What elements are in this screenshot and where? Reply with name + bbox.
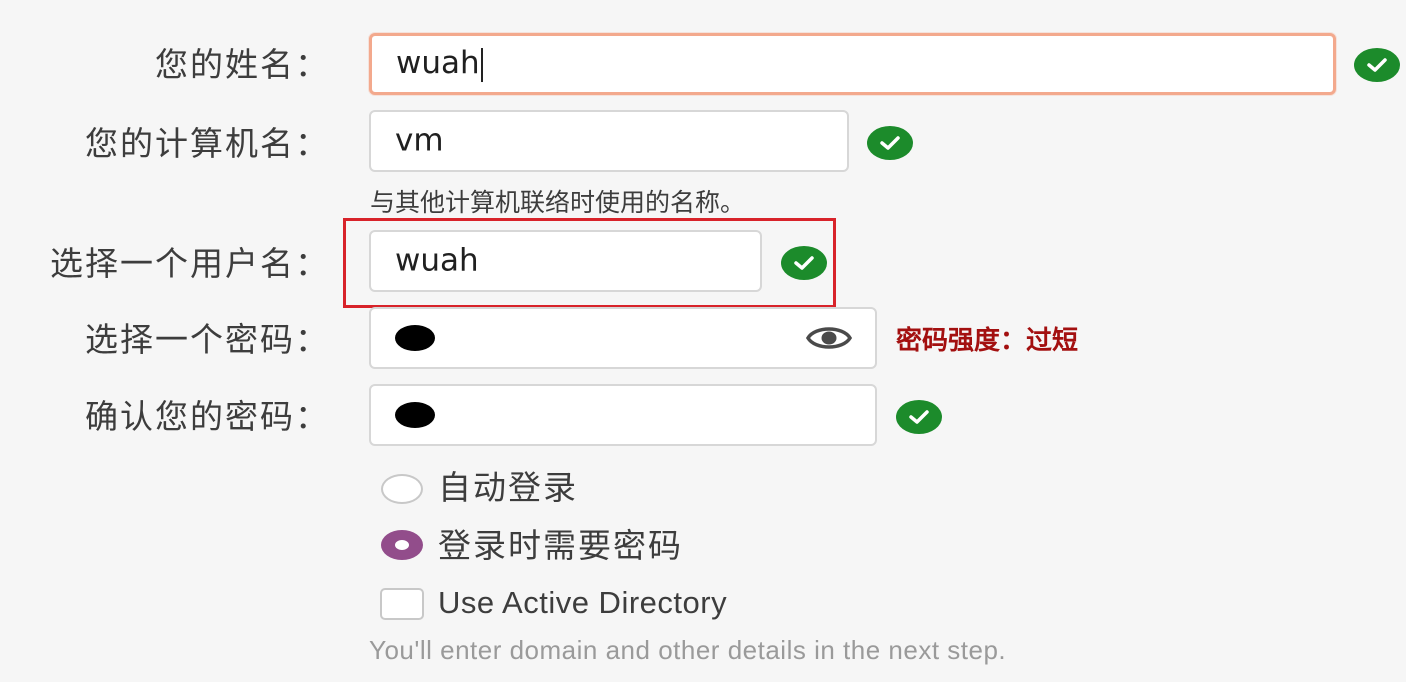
auto-login-radio[interactable] xyxy=(381,474,423,504)
text-caret xyxy=(480,47,483,82)
confirm-password-mask-dot xyxy=(395,402,435,428)
password-label: 选择一个密码： xyxy=(85,320,330,359)
auto-login-label[interactable]: 自动登录 xyxy=(438,468,578,508)
computer-name-label: 您的计算机名： xyxy=(85,124,330,163)
password-strength-text: 密码强度：过短 xyxy=(896,326,1079,356)
computer-name-input[interactable]: vm xyxy=(369,110,849,172)
confirm-password-label: 确认您的密码： xyxy=(85,397,330,436)
computer-name-valid-check-icon xyxy=(867,126,913,160)
computer-name-value: vm xyxy=(395,122,444,159)
computer-name-hint: 与其他计算机联络时使用的名称。 xyxy=(370,188,746,217)
active-directory-label[interactable]: Use Active Directory xyxy=(438,583,727,623)
username-input[interactable]: wuah xyxy=(369,230,762,292)
password-input[interactable] xyxy=(369,307,877,369)
username-valid-check-icon xyxy=(781,246,827,280)
active-directory-hint: You'll enter domain and other details in… xyxy=(369,635,1007,665)
confirm-password-valid-check-icon xyxy=(896,400,942,434)
username-label: 选择一个用户名： xyxy=(50,244,330,283)
full-name-label: 您的姓名： xyxy=(155,45,330,84)
confirm-password-input[interactable] xyxy=(369,384,877,446)
require-password-label[interactable]: 登录时需要密码 xyxy=(438,526,683,566)
user-setup-form: 您的姓名： wuah 您的计算机名： vm 与其他计算机联络时使用的名称。 选择… xyxy=(0,0,1406,682)
full-name-value: wuah xyxy=(396,45,483,82)
active-directory-checkbox[interactable] xyxy=(380,588,424,620)
eye-icon[interactable] xyxy=(805,321,853,355)
require-password-radio[interactable] xyxy=(381,530,423,560)
password-mask-dot xyxy=(395,325,435,351)
username-value: wuah xyxy=(395,242,479,279)
full-name-input[interactable]: wuah xyxy=(369,33,1336,95)
full-name-valid-check-icon xyxy=(1354,48,1400,82)
